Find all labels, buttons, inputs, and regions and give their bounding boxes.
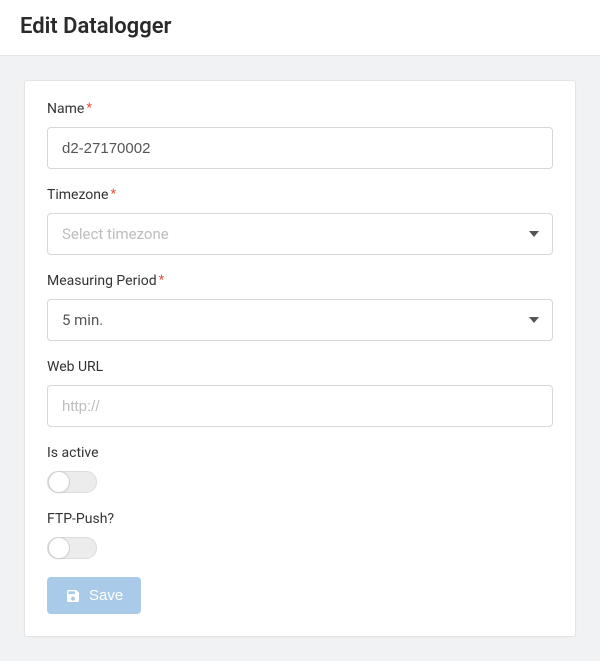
web-url-label-text: Web URL [47,359,103,375]
field-is-active: Is active [47,445,553,493]
measuring-period-label-text: Measuring Period [47,273,157,289]
timezone-label: Timezone* [47,187,553,203]
measuring-period-label: Measuring Period* [47,273,553,289]
web-url-input[interactable] [47,385,553,427]
measuring-period-select-wrap: 5 min. [47,299,553,341]
name-label-text: Name [47,101,84,117]
save-button-label: Save [89,587,123,604]
field-ftp-push: FTP-Push? [47,511,553,559]
toggle-knob [48,471,70,493]
ftp-push-toggle[interactable] [47,537,97,559]
field-web-url: Web URL [47,359,553,427]
name-label: Name* [47,101,553,117]
is-active-label: Is active [47,445,553,461]
web-url-label: Web URL [47,359,553,375]
page-title: Edit Datalogger [20,14,580,39]
field-name: Name* [47,101,553,169]
required-mark: * [110,187,116,202]
required-mark: * [159,273,165,288]
page-header: Edit Datalogger [0,0,600,56]
form-card: Name* Timezone* Select timezone Measurin… [24,80,576,637]
timezone-select-value: Select timezone [62,225,169,243]
content-area: Name* Timezone* Select timezone Measurin… [0,56,600,661]
is-active-toggle[interactable] [47,471,97,493]
save-icon [65,588,81,604]
timezone-label-text: Timezone [47,187,108,203]
name-input[interactable] [47,127,553,169]
field-measuring-period: Measuring Period* 5 min. [47,273,553,341]
save-button[interactable]: Save [47,577,141,614]
ftp-push-label: FTP-Push? [47,511,553,527]
timezone-select[interactable]: Select timezone [47,213,553,255]
timezone-select-wrap: Select timezone [47,213,553,255]
toggle-knob [48,537,70,559]
required-mark: * [86,101,92,116]
measuring-period-select[interactable]: 5 min. [47,299,553,341]
field-timezone: Timezone* Select timezone [47,187,553,255]
measuring-period-select-value: 5 min. [62,311,103,329]
